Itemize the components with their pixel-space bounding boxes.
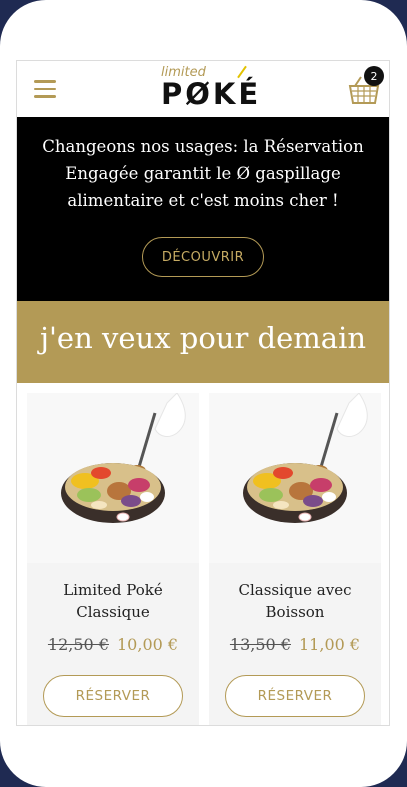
cart-count-badge: 2	[364, 66, 384, 86]
logo-wordmark: PØKÉ	[161, 77, 262, 111]
product-name: Classique avec Boisson	[238, 581, 352, 621]
product-prices: 12,50 € 10,00 €	[27, 635, 199, 654]
app-screen: limited PØKÉ 2 Changeons nos usages: la …	[16, 60, 390, 726]
reserve-button[interactable]: RÉSERVER	[43, 675, 183, 717]
logo[interactable]: limited PØKÉ	[159, 65, 258, 115]
old-price: 13,50 €	[229, 635, 291, 654]
section-title: j'en veux pour demain	[39, 321, 367, 355]
poke-bowl-image[interactable]	[209, 393, 381, 563]
section-band: j'en veux pour demain	[17, 301, 389, 383]
product-card[interactable]: Classique avec Boisson 13,50 € 11,00 € RÉ…	[209, 393, 381, 725]
old-price: 12,50 €	[47, 635, 109, 654]
current-price: 11,00 €	[299, 635, 361, 654]
product-name: Limited Poké Classique	[63, 581, 163, 621]
promo-banner: Changeons nos usages: la Réservation Eng…	[17, 117, 389, 301]
device-frame: limited PØKÉ 2 Changeons nos usages: la …	[0, 0, 407, 787]
hamburger-menu-icon[interactable]	[34, 80, 56, 98]
promo-text: Changeons nos usages: la Réservation Eng…	[42, 137, 364, 210]
header: limited PØKÉ 2	[17, 61, 389, 117]
poke-bowl-image[interactable]	[27, 393, 199, 563]
product-card[interactable]: Limited Poké Classique 12,50 € 10,00 € RÉ…	[27, 393, 199, 725]
reserve-button[interactable]: RÉSERVER	[225, 675, 365, 717]
product-prices: 13,50 € 11,00 €	[209, 635, 381, 654]
discover-button[interactable]: DÉCOUVRIR	[142, 237, 264, 277]
current-price: 10,00 €	[117, 635, 179, 654]
